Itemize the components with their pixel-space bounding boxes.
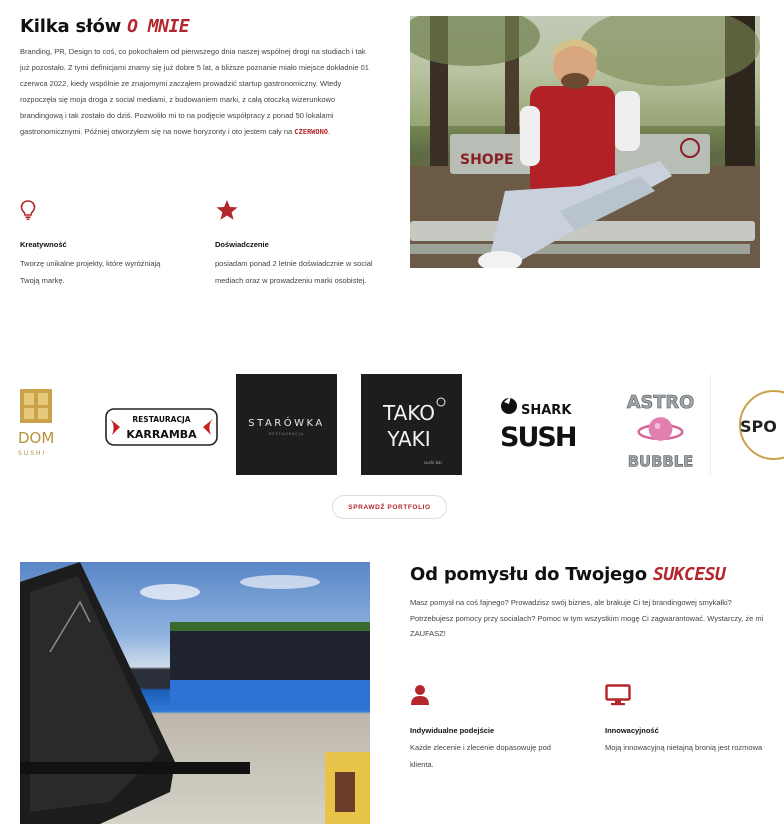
logo-karramba: RESTAURACJA KARRAMBA (104, 405, 219, 449)
logo-astro-bubble: ASTRO BUBBLE (612, 374, 711, 475)
idea-title: Od pomysłu do Twojego SUKCESU (410, 564, 726, 585)
feature-title: Doświadczenie (215, 240, 269, 249)
monitor-icon (605, 684, 631, 706)
feature-text: Tworzę unikalne projekty, które wyróżnia… (20, 259, 161, 285)
pool-photo (20, 562, 370, 824)
lightbulb-icon (20, 200, 36, 220)
logo-dom-sub: SUSHI (18, 450, 46, 457)
brand-name: CZERWONO (294, 128, 329, 136)
logo-spo-text: SPO (740, 417, 777, 436)
logo-karramba-top: RESTAURACJA (132, 415, 190, 424)
logo-starowka-text: STARÓWKA (248, 416, 324, 429)
person-icon (410, 684, 430, 706)
portrait-photo: SHOPE (410, 16, 760, 268)
idea-paragraph: Masz pomysł na coś fajnego? Prowadzisz s… (410, 598, 764, 638)
about-paragraph: Branding, PR, Design to coś, co pokochał… (20, 47, 369, 136)
feature-text: Moją innowacyjną nietajną bronią jest ro… (605, 743, 763, 752)
star-icon (215, 199, 239, 221)
logo-starowka-sub: RESTAURACJA (269, 432, 304, 436)
idea-title-accent: SUKCESU (653, 564, 726, 585)
logo-shark-sushi: SHARK SUSHI (495, 388, 575, 458)
logo-dom-text: DOM (18, 429, 54, 447)
feature-title: Indywidualne podejście (410, 726, 495, 735)
logo-yaki-text: YAKI (386, 427, 430, 451)
logo-shark-text: SHARK (521, 403, 572, 418)
portfolio-button[interactable]: SPRAWDŹ PORTFOLIO (332, 495, 447, 519)
logo-dom-sushi: DOM SUSHI (18, 389, 66, 459)
feature-title: Innowacyjność (605, 726, 659, 735)
feature-title: Kreatywność (20, 240, 67, 249)
logo-sushi-text: SUSHI (500, 422, 575, 453)
feature-text: posiadam ponad 2 letnie doświadcznie w s… (215, 259, 373, 285)
about-title-accent: O MNIE (127, 16, 190, 37)
logo-astro-text: ASTRO (627, 392, 695, 413)
feature-text: Każde zlecenie i zlecenie dopasowuję pod… (410, 743, 551, 769)
logo-spo: SPO (738, 388, 784, 463)
logo-starowka: STARÓWKA RESTAURACJA (236, 374, 337, 475)
logo-tako-text: TAKO (382, 401, 435, 425)
logo-tako-yaki: TAKO YAKI sushi bar (361, 374, 462, 475)
logo-karramba-main: KARRAMBA (126, 428, 197, 441)
svg-text:SHOPE: SHOPE (460, 152, 514, 168)
logo-tako-sub: sushi bar (424, 460, 443, 465)
logo-bubble-text: BUBBLE (628, 454, 694, 471)
about-title: Kilka słów O MNIE (20, 16, 190, 37)
